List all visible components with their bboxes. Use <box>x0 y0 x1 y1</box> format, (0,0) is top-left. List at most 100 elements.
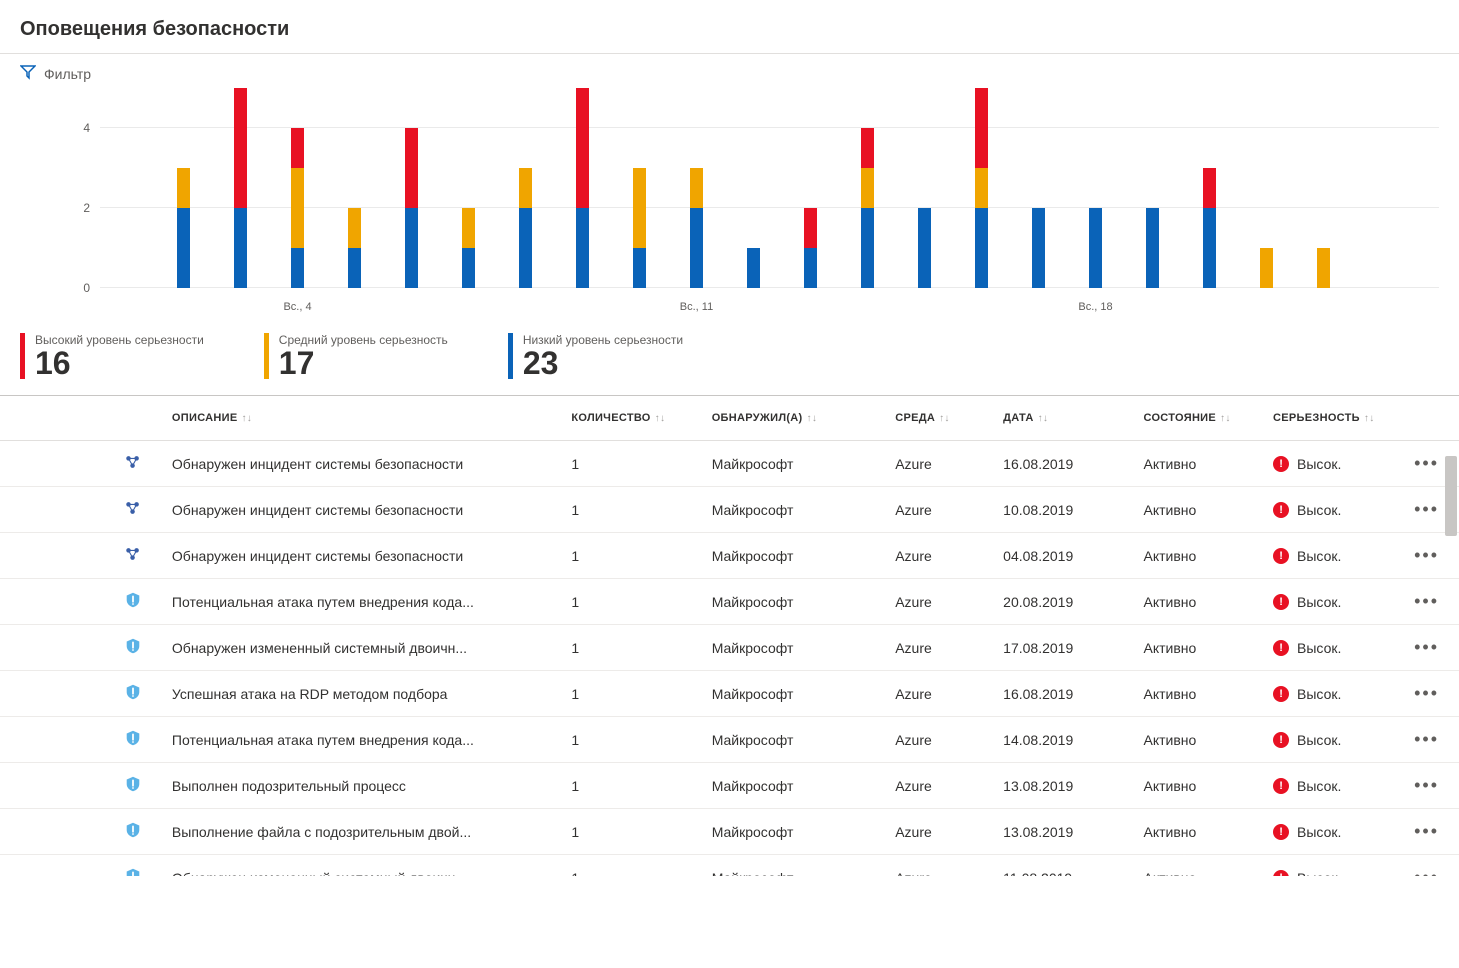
alerts-table-wrap: ОПИСАНИЕ↑↓ КОЛИЧЕСТВО↑↓ ОБНАРУЖИЛ(А)↑↓ С… <box>0 396 1459 876</box>
col-environment[interactable]: СРЕДА↑↓ <box>885 396 993 441</box>
col-state[interactable]: СОСТОЯНИЕ↑↓ <box>1133 396 1263 441</box>
col-date[interactable]: ДАТА↑↓ <box>993 396 1133 441</box>
scrollbar[interactable] <box>1445 456 1457 536</box>
sort-icon: ↑↓ <box>655 413 666 424</box>
cell-severity: !Высок. <box>1263 717 1394 763</box>
shield-icon <box>124 775 142 796</box>
row-actions-button[interactable]: ••• <box>1394 763 1459 809</box>
alert-icon: ! <box>1273 594 1289 610</box>
table-row[interactable]: Обнаружен инцидент системы безопасности1… <box>0 533 1459 579</box>
cell-severity: !Высок. <box>1263 441 1394 487</box>
cell-date: 14.08.2019 <box>993 717 1133 763</box>
bar[interactable] <box>1032 208 1045 288</box>
cell-description: Обнаружен инцидент системы безопасности <box>162 533 561 579</box>
cell-severity: !Высок. <box>1263 625 1394 671</box>
row-actions-button[interactable]: ••• <box>1394 625 1459 671</box>
table-row[interactable]: Выполнение файла с подозрительным двой..… <box>0 809 1459 855</box>
incident-icon <box>124 545 142 566</box>
cell-description: Обнаружен инцидент системы безопасности <box>162 441 561 487</box>
table-body: Обнаружен инцидент системы безопасности1… <box>0 441 1459 877</box>
alert-icon: ! <box>1273 502 1289 518</box>
filter-button[interactable]: Фильтр <box>0 54 1459 89</box>
cell-date: 11.08.2019 <box>993 855 1133 877</box>
cell-detected: Майкрософт <box>702 441 886 487</box>
row-actions-button[interactable]: ••• <box>1394 671 1459 717</box>
bar[interactable] <box>576 88 589 288</box>
cell-detected: Майкрософт <box>702 533 886 579</box>
table-row[interactable]: Выполнен подозрительный процесс1Майкросо… <box>0 763 1459 809</box>
bar[interactable] <box>804 208 817 288</box>
bar[interactable] <box>291 128 304 288</box>
severity-summary: Высокий уровень серьезности 16 Средний у… <box>0 319 1459 396</box>
row-actions-button[interactable]: ••• <box>1394 855 1459 877</box>
bar[interactable] <box>405 128 418 288</box>
bar[interactable] <box>975 88 988 288</box>
cell-description: Обнаружен инцидент системы безопасности <box>162 487 561 533</box>
table-row[interactable]: Обнаружен инцидент системы безопасности1… <box>0 487 1459 533</box>
summary-medium[interactable]: Средний уровень серьезность 17 <box>264 333 448 379</box>
bar[interactable] <box>1089 208 1102 288</box>
cell-detected: Майкрософт <box>702 717 886 763</box>
table-row[interactable]: Успешная атака на RDP методом подбора1Ма… <box>0 671 1459 717</box>
cell-description: Выполнен подозрительный процесс <box>162 763 561 809</box>
cell-state: Активно <box>1133 441 1263 487</box>
cell-date: 20.08.2019 <box>993 579 1133 625</box>
cell-state: Активно <box>1133 533 1263 579</box>
cell-environment: Azure <box>885 763 993 809</box>
bar[interactable] <box>348 208 361 288</box>
sort-icon: ↑↓ <box>1364 413 1375 424</box>
alert-icon: ! <box>1273 824 1289 840</box>
summary-value: 23 <box>523 347 683 379</box>
row-actions-button[interactable]: ••• <box>1394 579 1459 625</box>
row-actions-button[interactable]: ••• <box>1394 533 1459 579</box>
table-row[interactable]: Потенциальная атака путем внедрения кода… <box>0 579 1459 625</box>
cell-environment: Azure <box>885 855 993 877</box>
bar[interactable] <box>1146 208 1159 288</box>
cell-state: Активно <box>1133 809 1263 855</box>
sort-icon: ↑↓ <box>939 413 950 424</box>
cell-date: 16.08.2019 <box>993 671 1133 717</box>
cell-description: Выполнение файла с подозрительным двой..… <box>162 809 561 855</box>
bar[interactable] <box>1317 248 1330 288</box>
bar[interactable] <box>1203 168 1216 288</box>
cell-state: Активно <box>1133 717 1263 763</box>
alert-icon: ! <box>1273 548 1289 564</box>
summary-high[interactable]: Высокий уровень серьезности 16 <box>20 333 204 379</box>
cell-date: 16.08.2019 <box>993 441 1133 487</box>
bar[interactable] <box>234 88 247 288</box>
row-actions-button[interactable]: ••• <box>1394 809 1459 855</box>
bar[interactable] <box>690 168 703 288</box>
cell-state: Активно <box>1133 579 1263 625</box>
bar[interactable] <box>633 168 646 288</box>
cell-description: Потенциальная атака путем внедрения кода… <box>162 579 561 625</box>
bar[interactable] <box>1260 248 1273 288</box>
bar[interactable] <box>918 208 931 288</box>
bar[interactable] <box>177 168 190 288</box>
bar[interactable] <box>462 208 475 288</box>
row-actions-button[interactable]: ••• <box>1394 717 1459 763</box>
col-icon <box>0 396 162 441</box>
table-row[interactable]: Обнаружен измененный системный двоичн...… <box>0 855 1459 877</box>
col-count[interactable]: КОЛИЧЕСТВО↑↓ <box>561 396 701 441</box>
bars-container <box>120 89 1399 288</box>
cell-count: 1 <box>561 533 701 579</box>
cell-detected: Майкрософт <box>702 809 886 855</box>
col-detected[interactable]: ОБНАРУЖИЛ(А)↑↓ <box>702 396 886 441</box>
col-severity[interactable]: СЕРЬЕЗНОСТЬ↑↓ <box>1263 396 1394 441</box>
x-axis-labels: Вс., 4Вс., 11Вс., 18 <box>40 301 1439 319</box>
cell-description: Обнаружен измененный системный двоичн... <box>162 625 561 671</box>
summary-low[interactable]: Низкий уровень серьезности 23 <box>508 333 683 379</box>
table-row[interactable]: Обнаружен измененный системный двоичн...… <box>0 625 1459 671</box>
cell-detected: Майкрософт <box>702 671 886 717</box>
bar[interactable] <box>519 168 532 288</box>
cell-state: Активно <box>1133 487 1263 533</box>
table-row[interactable]: Обнаружен инцидент системы безопасности 1… <box>0 441 1459 487</box>
bar[interactable] <box>747 248 760 288</box>
cell-severity: !Высок. <box>1263 809 1394 855</box>
col-description[interactable]: ОПИСАНИЕ↑↓ <box>162 396 561 441</box>
alerts-table: ОПИСАНИЕ↑↓ КОЛИЧЕСТВО↑↓ ОБНАРУЖИЛ(А)↑↓ С… <box>0 396 1459 876</box>
cell-environment: Azure <box>885 809 993 855</box>
bar[interactable] <box>861 128 874 288</box>
table-row[interactable]: Потенциальная атака путем внедрения кода… <box>0 717 1459 763</box>
cell-state: Активно <box>1133 763 1263 809</box>
